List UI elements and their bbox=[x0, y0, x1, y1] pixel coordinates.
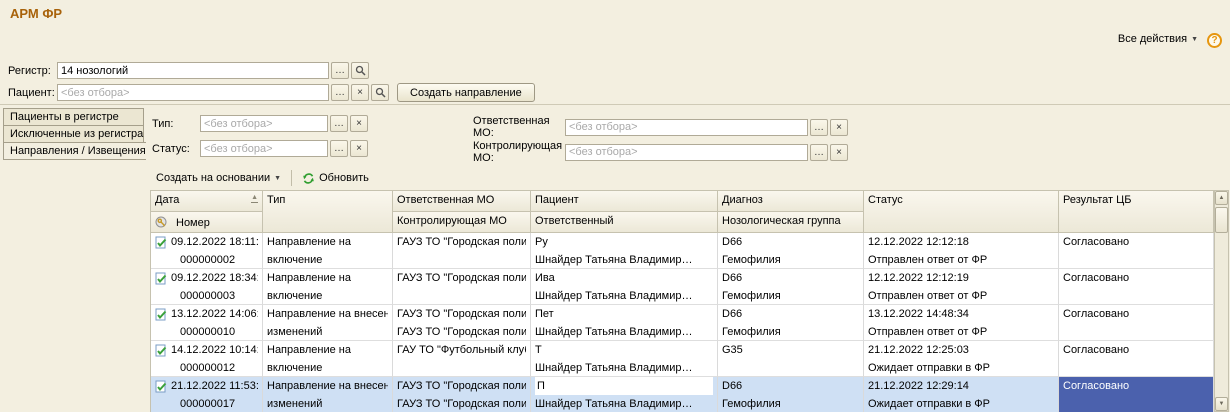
vertical-scrollbar[interactable]: ▲ ▼ bbox=[1214, 190, 1229, 412]
document-check-icon bbox=[155, 236, 167, 249]
registr-label: Регистр: bbox=[8, 65, 57, 77]
directions-table: Дата ▲ Тип Ответственная МО Пациент Диаг… bbox=[150, 190, 1214, 412]
sort-asc-icon: ▲ bbox=[251, 194, 258, 203]
registr-input[interactable] bbox=[57, 62, 329, 79]
divider bbox=[0, 104, 1230, 105]
patient-input[interactable] bbox=[57, 84, 329, 101]
table-row[interactable]: 14.12.2022 10:14:51000000012 Направление… bbox=[151, 341, 1214, 377]
table-row[interactable]: 09.12.2022 18:11:45000000002 Направление… bbox=[151, 233, 1214, 269]
document-check-icon bbox=[155, 272, 167, 285]
controlling-mo-filter-label: Контролирующая МО: bbox=[473, 140, 565, 164]
chevron-down-icon: ▼ bbox=[274, 175, 281, 182]
status-clear-icon[interactable]: × bbox=[350, 140, 368, 157]
registr-choose-button[interactable]: … bbox=[331, 62, 349, 79]
col-header-type[interactable]: Тип bbox=[263, 191, 393, 233]
all-actions-menu[interactable]: Все действия ▼ bbox=[1118, 33, 1198, 45]
patient-search-icon[interactable] bbox=[371, 84, 389, 101]
patient-label: Пациент: bbox=[8, 87, 57, 99]
result-cell: Согласовано bbox=[1059, 341, 1214, 377]
col-header-responsible[interactable]: Ответственный bbox=[531, 212, 718, 233]
document-check-icon bbox=[155, 344, 167, 357]
help-icon[interactable]: ? bbox=[1207, 33, 1222, 48]
type-filter-label: Тип: bbox=[152, 118, 200, 130]
refresh-button[interactable]: Обновить bbox=[298, 170, 373, 187]
type-clear-icon[interactable]: × bbox=[350, 115, 368, 132]
col-header-result-cb[interactable]: Результат ЦБ bbox=[1059, 191, 1214, 233]
chevron-down-icon: ▼ bbox=[1191, 36, 1198, 43]
tab-excluded-from-register[interactable]: Исключенные из регистра bbox=[3, 125, 144, 143]
col-header-diagnosis[interactable]: Диагноз bbox=[718, 191, 864, 212]
col-header-responsible-mo[interactable]: Ответственная МО bbox=[393, 191, 531, 212]
responsible-mo-filter-input[interactable] bbox=[565, 119, 808, 136]
scroll-up-icon[interactable]: ▲ bbox=[1215, 191, 1228, 205]
document-check-icon bbox=[155, 308, 167, 321]
patient-choose-button[interactable]: … bbox=[331, 84, 349, 101]
col-header-date[interactable]: Дата ▲ bbox=[151, 191, 263, 212]
table-row[interactable]: 09.12.2022 18:34:34000000003 Направление… bbox=[151, 269, 1214, 305]
arm-fr-window: АРМ ФР Все действия ▼ ? Регистр: … Пацие… bbox=[0, 0, 1230, 412]
result-cell: Согласовано bbox=[1059, 233, 1214, 269]
responsible-mo-choose-button[interactable]: … bbox=[810, 119, 828, 136]
status-choose-button[interactable]: … bbox=[330, 140, 348, 157]
all-actions-label: Все действия bbox=[1118, 33, 1187, 45]
create-based-on-button[interactable]: Создать на основании ▼ bbox=[152, 170, 285, 186]
col-header-nosology[interactable]: Нозологическая группа bbox=[718, 212, 864, 233]
tab-patients-in-register[interactable]: Пациенты в регистре bbox=[3, 108, 144, 126]
type-choose-button[interactable]: … bbox=[330, 115, 348, 132]
table-row[interactable]: 13.12.2022 14:06:46000000010 Направление… bbox=[151, 305, 1214, 341]
result-cell: Согласовано bbox=[1059, 305, 1214, 341]
tab-directions-notifications[interactable]: Направления / Извещения bbox=[3, 142, 146, 160]
scroll-down-icon[interactable]: ▼ bbox=[1215, 397, 1228, 411]
col-header-patient[interactable]: Пациент bbox=[531, 191, 718, 212]
create-direction-button[interactable]: Создать направление bbox=[397, 83, 535, 102]
responsible-mo-filter-label: Ответственная МО: bbox=[473, 115, 565, 139]
divider bbox=[291, 170, 292, 186]
type-filter-input[interactable] bbox=[200, 115, 328, 132]
result-cell-focused: Согласовано bbox=[1059, 377, 1214, 412]
result-cell: Согласовано bbox=[1059, 269, 1214, 305]
status-filter-label: Статус: bbox=[152, 143, 200, 155]
status-filter-input[interactable] bbox=[200, 140, 328, 157]
responsible-mo-clear-icon[interactable]: × bbox=[830, 119, 848, 136]
patient-clear-icon[interactable]: × bbox=[351, 84, 369, 101]
table-header: Дата ▲ Тип Ответственная МО Пациент Диаг… bbox=[151, 191, 1214, 233]
document-check-icon bbox=[155, 380, 167, 393]
controlling-mo-filter-input[interactable] bbox=[565, 144, 808, 161]
controlling-mo-choose-button[interactable]: … bbox=[810, 144, 828, 161]
left-tabs: Пациенты в регистре Исключенные из регис… bbox=[3, 109, 144, 160]
page-title: АРМ ФР bbox=[10, 6, 62, 21]
scrollbar-thumb[interactable] bbox=[1215, 207, 1228, 233]
col-header-controlling-mo[interactable]: Контролирующая МО bbox=[393, 212, 531, 233]
table-toolbar: Создать на основании ▼ Обновить bbox=[152, 168, 373, 188]
controlling-mo-clear-icon[interactable]: × bbox=[830, 144, 848, 161]
key-icon bbox=[155, 216, 168, 229]
table-row-selected[interactable]: 21.12.2022 11:53:01000000017 Направление… bbox=[151, 377, 1214, 412]
col-header-number[interactable]: Номер bbox=[151, 212, 263, 233]
col-header-status[interactable]: Статус bbox=[864, 191, 1059, 233]
refresh-icon bbox=[302, 172, 315, 185]
registr-search-icon[interactable] bbox=[351, 62, 369, 79]
